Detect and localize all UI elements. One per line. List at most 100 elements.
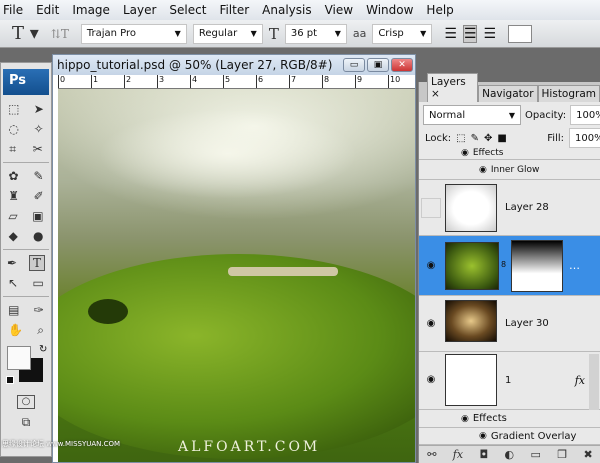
menu-help[interactable]: Help xyxy=(426,3,453,17)
divider xyxy=(3,249,49,250)
layer-row-layer-28[interactable]: Layer 28 xyxy=(419,180,600,236)
add-mask-icon[interactable]: ◘ xyxy=(479,448,488,462)
tab-histogram[interactable]: Histogram xyxy=(537,85,600,102)
chevron-down-icon: ▼ xyxy=(508,110,515,120)
eye-icon[interactable]: ◉ xyxy=(421,314,441,334)
eye-icon[interactable]: ◉ xyxy=(461,148,469,158)
orientation-icon[interactable]: ⇅T xyxy=(51,27,69,41)
hand-tool-icon[interactable]: ✋ xyxy=(8,323,23,337)
menu-layer[interactable]: Layer xyxy=(123,3,156,17)
adjustment-layer-icon[interactable]: ◐ xyxy=(505,448,515,462)
text-color-swatch[interactable] xyxy=(508,24,533,43)
dodge-tool-icon[interactable]: ● xyxy=(33,229,43,243)
shape-tool-icon[interactable]: ▭ xyxy=(33,276,44,290)
menu-filter[interactable]: Filter xyxy=(219,3,249,17)
tab-layers[interactable]: Layers × xyxy=(427,73,479,102)
trash-icon[interactable]: ✖ xyxy=(584,448,593,462)
clone-stamp-icon[interactable]: ♜ xyxy=(8,189,19,203)
path-selection-icon[interactable]: ↖ xyxy=(8,276,18,290)
default-colors-icon[interactable] xyxy=(6,376,14,384)
pen-tool-icon[interactable]: ✒ xyxy=(7,256,17,270)
fx-icon[interactable]: fx xyxy=(575,374,585,387)
new-layer-icon[interactable]: ❐ xyxy=(557,448,567,462)
brush-tool-icon[interactable]: ✎ xyxy=(33,169,43,183)
history-brush-icon[interactable]: ✐ xyxy=(34,189,44,203)
canvas[interactable]: ALFOART.COM xyxy=(58,89,415,462)
new-group-icon[interactable]: ▭ xyxy=(531,448,541,462)
foreground-color-swatch[interactable] xyxy=(7,346,31,370)
effects-row[interactable]: ◉ Effects xyxy=(419,410,600,428)
menu-view[interactable]: View xyxy=(325,3,353,17)
lasso-tool-icon[interactable]: ◌ xyxy=(8,122,18,136)
close-button[interactable]: ✕ xyxy=(391,58,413,72)
font-style-select[interactable]: Regular ▼ xyxy=(192,23,263,44)
crop-tool-icon[interactable]: ⌗ xyxy=(9,142,16,156)
fx-icon[interactable]: fx xyxy=(453,448,463,462)
move-tool-icon[interactable]: ➤ xyxy=(34,102,44,116)
link-icon[interactable]: 8 xyxy=(501,260,506,270)
ruler-tick-label: 10 xyxy=(388,75,400,88)
tab-navigator[interactable]: Navigator xyxy=(478,85,538,102)
menu-edit[interactable]: Edit xyxy=(36,3,59,17)
scrollbar[interactable] xyxy=(589,354,599,410)
menu-image[interactable]: Image xyxy=(72,3,110,17)
magic-wand-icon[interactable]: ✧ xyxy=(34,122,44,136)
swap-colors-icon[interactable]: ↻ xyxy=(39,344,47,356)
lock-transparency-icon[interactable]: ⬚ xyxy=(456,133,465,144)
eye-icon[interactable]: ◉ xyxy=(479,431,487,441)
eye-icon[interactable]: ◉ xyxy=(421,370,441,390)
bokeh-highlight xyxy=(98,109,358,199)
eye-icon[interactable]: ◉ xyxy=(421,256,441,276)
gradient-overlay-label: Gradient Overlay xyxy=(490,430,577,442)
font-size-select[interactable]: 36 pt ▼ xyxy=(284,23,347,44)
effects-row[interactable]: ◉ Effects xyxy=(419,146,600,160)
antialias-select[interactable]: Crisp ▼ xyxy=(372,23,433,44)
visibility-toggle[interactable] xyxy=(421,198,441,218)
blend-mode-select[interactable]: Normal ▼ xyxy=(423,105,521,125)
type-tool-icon[interactable]: T xyxy=(28,255,45,271)
effect-gradient-overlay[interactable]: ◉ Gradient Overlay xyxy=(419,428,600,445)
menu-file[interactable]: File xyxy=(3,3,23,17)
align-left-icon[interactable]: ☰ xyxy=(444,26,457,42)
minimize-button[interactable]: ▭ xyxy=(343,58,365,72)
fill-input[interactable]: 100% xyxy=(569,128,600,148)
screen-mode-icon[interactable]: ⧉ xyxy=(22,415,31,429)
maximize-button[interactable]: ▣ xyxy=(367,58,389,72)
font-family-select[interactable]: Trajan Pro ▼ xyxy=(80,23,187,44)
lock-position-icon[interactable]: ✥ xyxy=(484,133,492,144)
opacity-label: Opacity: xyxy=(525,109,567,121)
align-center-icon[interactable]: ☰ xyxy=(462,24,478,43)
lock-all-icon[interactable]: ■ xyxy=(497,133,506,144)
align-right-icon[interactable]: ☰ xyxy=(483,26,496,42)
eye-icon[interactable]: ◉ xyxy=(479,165,487,175)
menu-select[interactable]: Select xyxy=(169,3,206,17)
eraser-tool-icon[interactable]: ▱ xyxy=(8,209,17,223)
quick-mask-icon[interactable]: ○ xyxy=(17,395,35,409)
eye-icon[interactable]: ◉ xyxy=(461,414,469,424)
effects-label: Effects xyxy=(472,413,507,424)
ruler-tick-label: 5 xyxy=(223,75,230,88)
type-tool-icon[interactable]: T ▾ xyxy=(12,23,39,44)
layers-panel: Layers × Navigator Histogram Normal ▼ Opa… xyxy=(418,73,600,463)
zoom-tool-icon[interactable]: ⌕ xyxy=(37,323,44,337)
marquee-tool-icon[interactable]: ⬚ xyxy=(8,102,19,116)
layer-row-layer-27-selected[interactable]: ◉ 8 … xyxy=(419,236,600,296)
ruler-tick-label: 9 xyxy=(355,75,362,88)
lock-label: Lock: xyxy=(425,132,452,144)
effect-inner-glow[interactable]: ◉ Inner Glow xyxy=(419,160,600,180)
layer-name: Layer 28 xyxy=(505,202,549,213)
eyedropper-icon[interactable]: ✑ xyxy=(34,303,44,317)
menu-analysis[interactable]: Analysis xyxy=(262,3,311,17)
menu-window[interactable]: Window xyxy=(366,3,413,17)
link-layers-icon[interactable]: ⚯ xyxy=(427,448,436,462)
layer-row-1[interactable]: ◉ 1 fx xyxy=(419,352,600,410)
gradient-tool-icon[interactable]: ▣ xyxy=(32,209,43,223)
blur-tool-icon[interactable]: ◆ xyxy=(9,229,18,243)
font-size-value: 36 pt xyxy=(290,28,318,39)
healing-brush-icon[interactable]: ✿ xyxy=(8,169,18,183)
layer-row-layer-30[interactable]: ◉ Layer 30 xyxy=(419,296,600,352)
lock-pixels-icon[interactable]: ✎ xyxy=(471,133,479,144)
opacity-input[interactable]: 100% xyxy=(570,105,600,125)
slice-tool-icon[interactable]: ✂ xyxy=(33,142,43,156)
notes-tool-icon[interactable]: ▤ xyxy=(8,303,19,317)
